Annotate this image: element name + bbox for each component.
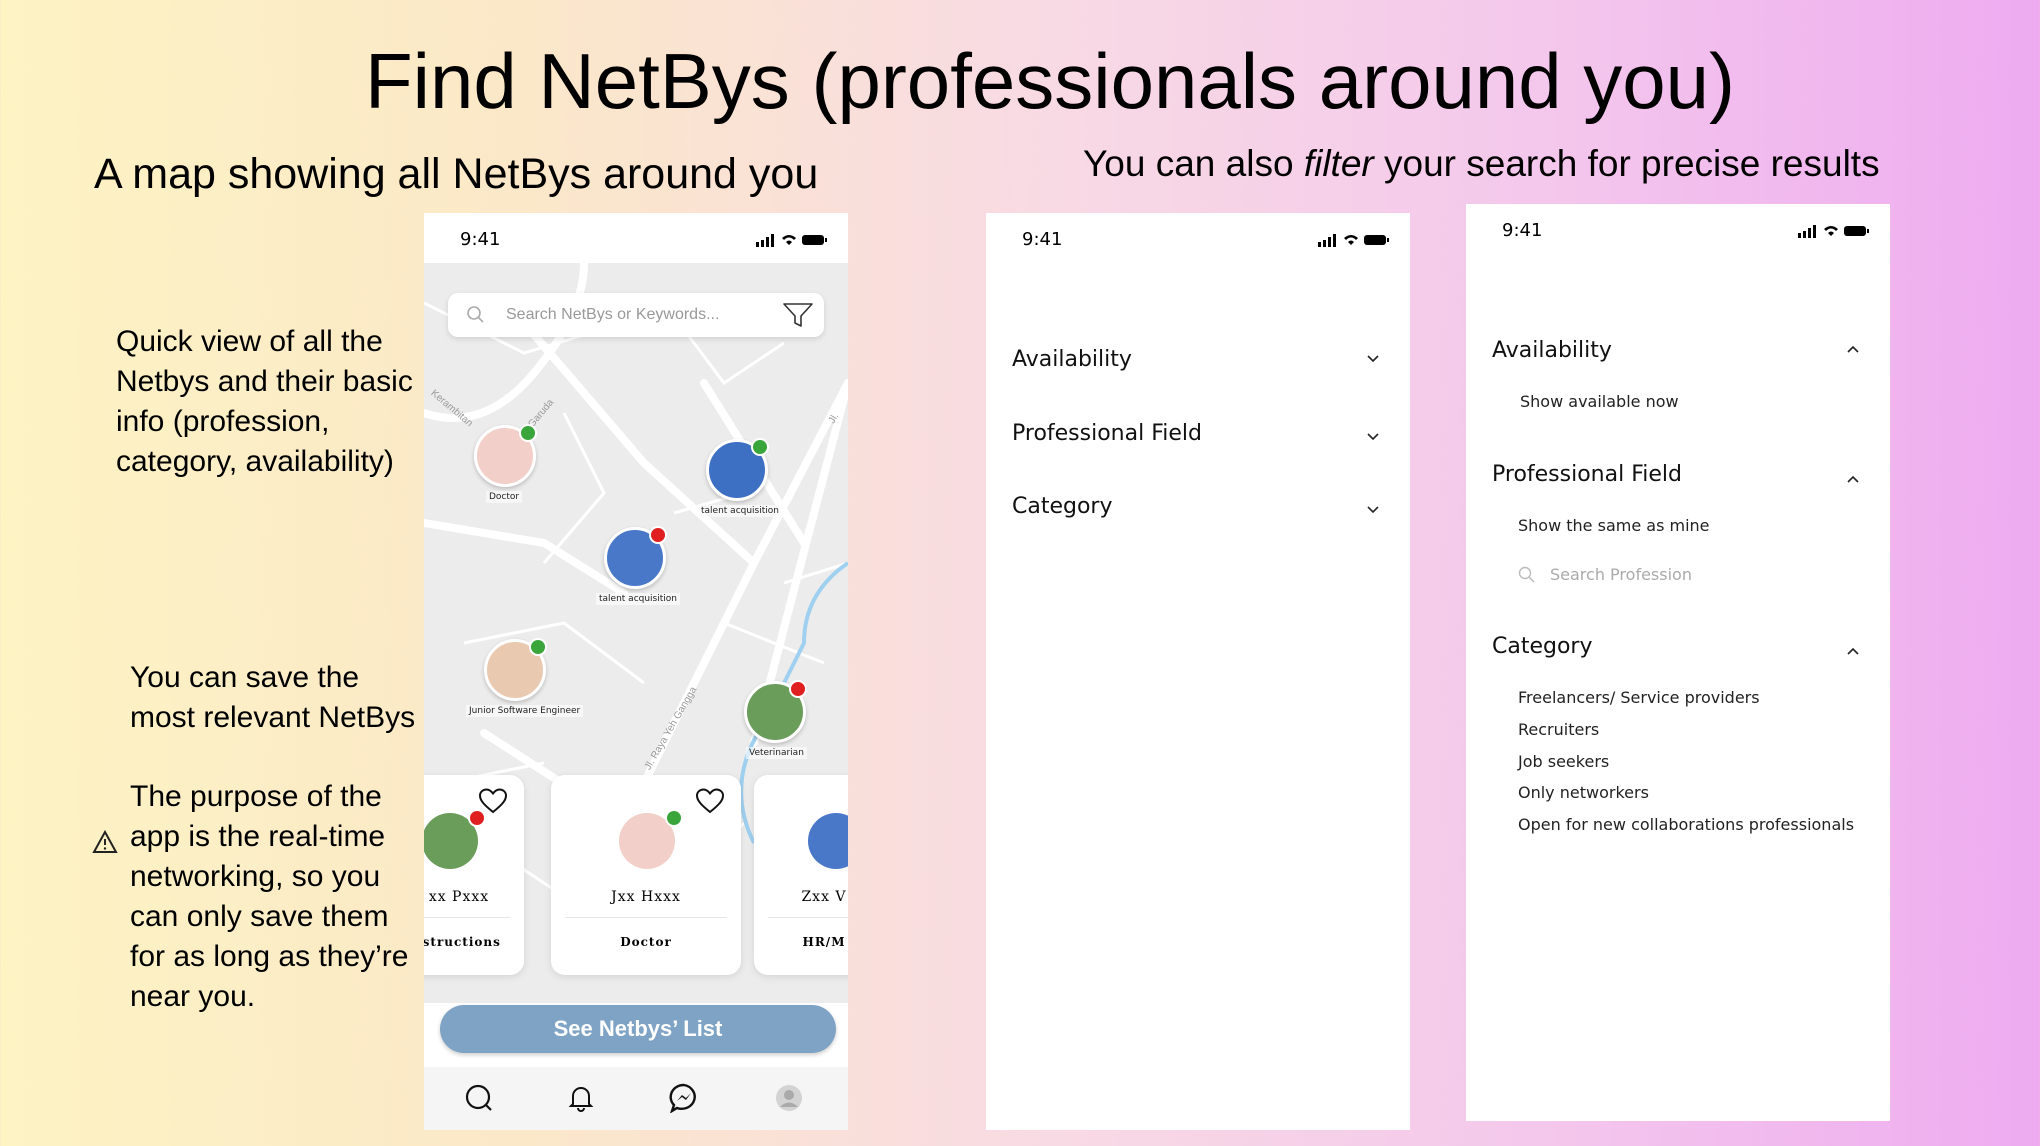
status-time: 9:41 (460, 229, 501, 250)
map-section-heading: A map showing all NetBys around you (94, 150, 819, 198)
pin-label: Veterinarian (746, 747, 807, 759)
search-bar[interactable]: Search NetBys or Keywords... (448, 293, 824, 337)
category-option[interactable]: Job seekers (1518, 752, 1609, 771)
note-quick-view: Quick view of all the Netbys and their b… (116, 325, 413, 478)
card-divider (768, 917, 848, 918)
messenger-icon[interactable] (669, 1083, 699, 1113)
bell-icon[interactable] (566, 1083, 596, 1113)
accordion-availability[interactable]: Availability (1492, 338, 1612, 363)
map-pin[interactable] (474, 424, 537, 487)
availability-dot (789, 680, 807, 698)
pin-label: talent acquisition (698, 505, 782, 517)
status-time: 9:41 (1022, 229, 1063, 250)
card-profession: HR/M (802, 935, 846, 949)
netby-card[interactable]: Zxx V HR/M (754, 775, 848, 975)
availability-dot (519, 424, 537, 442)
category-option[interactable]: Open for new collaborations professional… (1518, 815, 1854, 834)
status-bar: 9:41 (1466, 204, 1890, 252)
availability-dot (751, 438, 769, 456)
search-icon (1518, 566, 1535, 583)
search-icon[interactable] (464, 1083, 494, 1113)
card-name: Jxx Hxxx (611, 889, 681, 905)
pin-label: Doctor (486, 491, 523, 503)
accordion-professional-field[interactable]: Professional Field (1012, 421, 1202, 446)
option-show-same-as-mine[interactable]: Show the same as mine (1518, 516, 1710, 535)
availability-dot (529, 638, 547, 656)
category-option[interactable]: Freelancers/ Service providers (1518, 688, 1760, 707)
card-divider (424, 917, 510, 918)
accordion-professional-field[interactable]: Professional Field (1492, 462, 1682, 487)
map-pin[interactable] (744, 680, 807, 743)
status-bar: 9:41 (986, 213, 1410, 261)
chevron-up-icon[interactable] (1846, 474, 1860, 484)
accordion-category[interactable]: Category (1492, 634, 1593, 659)
category-option[interactable]: Recruiters (1518, 720, 1599, 739)
chevron-up-icon[interactable] (1846, 344, 1860, 354)
avatar (808, 813, 848, 869)
card-divider (565, 917, 727, 918)
search-icon (467, 306, 484, 323)
netby-card[interactable]: xx Pxxx istructions (424, 775, 524, 975)
pin-label: talent acquisition (596, 593, 680, 605)
accordion-availability[interactable]: Availability (1012, 347, 1132, 372)
chevron-down-icon[interactable] (1366, 354, 1380, 364)
card-profession: Doctor (620, 935, 672, 949)
category-option[interactable]: Only networkers (1518, 783, 1649, 802)
profile-icon[interactable] (774, 1083, 804, 1113)
filter-icon[interactable] (782, 301, 814, 329)
filter-heading-part: your search for precise results (1373, 143, 1880, 184)
map-pin[interactable] (484, 638, 547, 701)
filter-section-heading: You can also filter your search for prec… (1083, 143, 1880, 185)
accordion-category[interactable]: Category (1012, 494, 1113, 519)
availability-dot (665, 809, 683, 827)
warning-icon (92, 830, 118, 853)
slide-title: Find NetBys (professionals around you) (365, 37, 1735, 125)
card-name: Zxx V (801, 889, 847, 905)
heart-icon[interactable] (695, 787, 725, 815)
chevron-up-icon[interactable] (1846, 646, 1860, 656)
tab-bar (424, 1067, 848, 1130)
note-purpose: The purpose of the app is the real-time … (130, 780, 409, 1013)
chevron-down-icon[interactable] (1366, 432, 1380, 442)
availability-dot (649, 526, 667, 544)
card-profession: istructions (424, 935, 501, 949)
filter-heading-part: You can also (1083, 143, 1304, 184)
status-bar: 9:41 (424, 213, 848, 261)
map-screen: 9:41 Kerambitan Jl. Garuda Jl. Raya Yeh … (424, 213, 848, 1130)
status-icons (756, 234, 827, 247)
status-time: 9:41 (1502, 220, 1543, 241)
status-icons (1318, 234, 1389, 247)
see-list-button[interactable]: See Netbys’ List (440, 1005, 836, 1053)
map-pin[interactable] (604, 526, 667, 589)
filter-screen-collapsed: 9:41 Availability Professional Field Cat… (986, 213, 1410, 1130)
option-show-available-now[interactable]: Show available now (1520, 392, 1679, 411)
chevron-down-icon[interactable] (1366, 505, 1380, 515)
profession-search-input[interactable]: Search Profession (1550, 565, 1692, 584)
heart-icon[interactable] (478, 787, 508, 815)
filter-heading-emphasis: filter (1303, 143, 1374, 184)
status-icons (1798, 225, 1869, 238)
filter-screen-expanded: 9:41 Availability Show available now Pro… (1466, 204, 1890, 1121)
pin-label: Junior Software Engineer (466, 705, 584, 717)
netby-card[interactable]: Jxx Hxxx Doctor (551, 775, 741, 975)
search-input[interactable]: Search NetBys or Keywords... (506, 306, 719, 324)
note-save: You can save the most relevant NetBys (130, 661, 416, 734)
map-pin[interactable] (706, 438, 769, 501)
card-name: xx Pxxx (428, 889, 490, 905)
